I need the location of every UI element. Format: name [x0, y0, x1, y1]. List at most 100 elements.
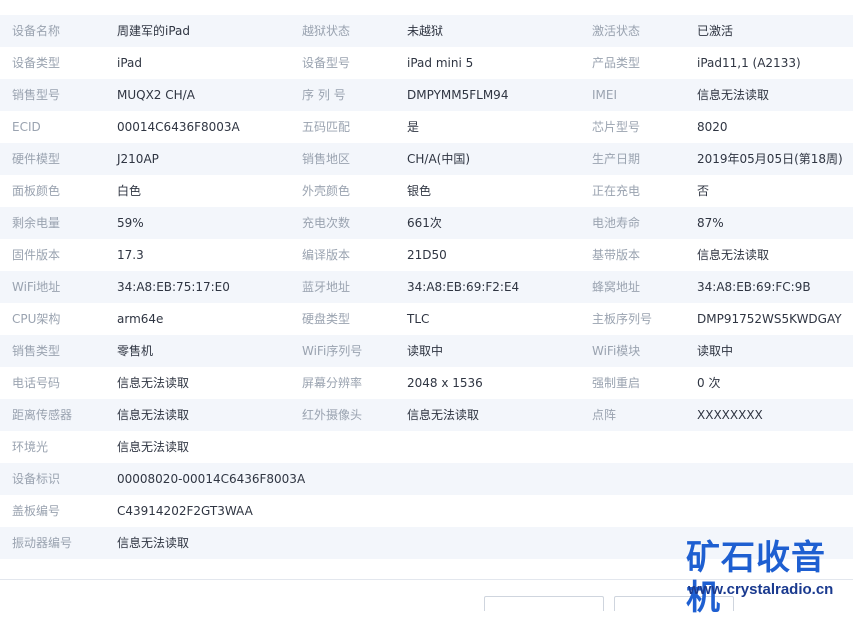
field-value: 已激活 [697, 24, 734, 38]
field-value: 否 [697, 184, 710, 198]
field-label: 蜂窝地址 [592, 280, 641, 294]
field-value: 信息无法读取 [407, 408, 480, 422]
field-value: arm64e [117, 312, 164, 326]
field-value: iPad mini 5 [407, 56, 474, 70]
field-value: 2048 x 1536 [407, 376, 483, 390]
top-strip [0, 0, 853, 15]
field-value: 是 [407, 120, 420, 134]
watermark-url: www.crystalradio.cn [688, 581, 834, 598]
field-value: iPad11,1 (A2133) [697, 56, 801, 70]
field-value: 读取中 [697, 344, 734, 358]
field-label: 振动器编号 [12, 536, 73, 550]
field-label: 序 列 号 [302, 88, 346, 102]
field-label: 固件版本 [12, 248, 61, 262]
field-value: XXXXXXXX [697, 408, 763, 422]
field-value: 银色 [407, 184, 432, 198]
field-label: 设备名称 [12, 24, 61, 38]
field-label: 屏幕分辨率 [302, 376, 363, 390]
table-row: 设备标识 00008020-00014C6436F8003A [0, 463, 853, 495]
field-value: DMPYMM5FLM94 [407, 88, 509, 102]
field-value: 00008020-00014C6436F8003A [117, 472, 306, 486]
field-label: 外壳颜色 [302, 184, 351, 198]
field-value: C43914202F2GT3WAA [117, 504, 253, 518]
field-label: 产品类型 [592, 56, 641, 70]
field-value: 21D50 [407, 248, 447, 262]
field-label: 芯片型号 [592, 120, 641, 134]
field-value: TLC [407, 312, 430, 326]
field-value: 34:A8:EB:69:F2:E4 [407, 280, 520, 294]
field-label: 销售型号 [12, 88, 61, 102]
field-label: 生产日期 [592, 152, 641, 166]
field-label: 销售类型 [12, 344, 61, 358]
field-value: 信息无法读取 [117, 376, 190, 390]
field-value: 信息无法读取 [117, 408, 190, 422]
table-row: 销售型号 MUQX2 CH/A 序 列 号 DMPYMM5FLM94 IMEI … [0, 79, 853, 111]
field-label: 充电次数 [302, 216, 351, 230]
field-value: 87% [697, 216, 724, 230]
field-value: 未越狱 [407, 24, 444, 38]
field-label: 越狱状态 [302, 24, 351, 38]
field-label: 设备类型 [12, 56, 61, 70]
footer-button[interactable] [484, 596, 604, 611]
table-row: WiFi地址 34:A8:EB:75:17:E0 蓝牙地址 34:A8:EB:6… [0, 271, 853, 303]
field-value: 信息无法读取 [117, 440, 190, 454]
table-row: 销售类型 零售机 WiFi序列号 读取中 WiFi模块 读取中 [0, 335, 853, 367]
field-label: 剩余电量 [12, 216, 61, 230]
field-value: 8020 [697, 120, 728, 134]
table-row: 电话号码 信息无法读取 屏幕分辨率 2048 x 1536 强制重启 0 次 [0, 367, 853, 399]
field-value: 0 次 [697, 376, 721, 390]
table-row: 距离传感器 信息无法读取 红外摄像头 信息无法读取 点阵 XXXXXXXX [0, 399, 853, 431]
field-label: 电池寿命 [592, 216, 641, 230]
field-value: 661次 [407, 216, 442, 230]
field-value: 34:A8:EB:69:FC:9B [697, 280, 811, 294]
field-label: WiFi地址 [12, 280, 61, 294]
field-value: CH/A(中国) [407, 152, 471, 166]
field-label: 红外摄像头 [302, 408, 363, 422]
field-label: 编译版本 [302, 248, 351, 262]
field-value: 信息无法读取 [697, 248, 770, 262]
field-value: 2019年05月05日(第18周) [697, 152, 843, 166]
field-value: 周建军的iPad [117, 24, 191, 38]
field-value: MUQX2 CH/A [117, 88, 195, 102]
field-label: 蓝牙地址 [302, 280, 351, 294]
field-value: 59% [117, 216, 144, 230]
table-row: ECID 00014C6436F8003A 五码匹配 是 芯片型号 8020 [0, 111, 853, 143]
field-value: DMP91752WS5KWDGAY [697, 312, 842, 326]
field-value: 白色 [117, 184, 142, 198]
table-row: 硬件模型 J210AP 销售地区 CH/A(中国) 生产日期 2019年05月0… [0, 143, 853, 175]
field-value: 零售机 [117, 344, 154, 358]
table-row: 固件版本 17.3 编译版本 21D50 基带版本 信息无法读取 [0, 239, 853, 271]
device-info-table: 设备名称 周建军的iPad 越狱状态 未越狱 激活状态 已激活 设备类型 iPa… [0, 15, 853, 559]
field-value: 17.3 [117, 248, 144, 262]
field-label: CPU架构 [12, 312, 61, 326]
field-label: WiFi模块 [592, 344, 641, 358]
field-label: ECID [12, 120, 41, 134]
field-value: 读取中 [407, 344, 444, 358]
table-row: 面板颜色 白色 外壳颜色 银色 正在充电 否 [0, 175, 853, 207]
field-label: 硬盘类型 [302, 312, 351, 326]
field-label: 点阵 [592, 408, 617, 422]
table-row: 环境光 信息无法读取 [0, 431, 853, 463]
field-value: 信息无法读取 [697, 88, 770, 102]
field-value: J210AP [117, 152, 159, 166]
field-label: 距离传感器 [12, 408, 73, 422]
field-value: iPad [117, 56, 143, 70]
table-row: 设备名称 周建军的iPad 越狱状态 未越狱 激活状态 已激活 [0, 15, 853, 47]
field-label: 硬件模型 [12, 152, 61, 166]
field-label: 设备型号 [302, 56, 351, 70]
field-label: 基带版本 [592, 248, 641, 262]
field-label: 电话号码 [12, 376, 61, 390]
field-label: 强制重启 [592, 376, 641, 390]
field-label: IMEI [592, 88, 618, 102]
table-row: 盖板编号 C43914202F2GT3WAA [0, 495, 853, 527]
field-label: 设备标识 [12, 472, 61, 486]
field-label: 五码匹配 [302, 120, 351, 134]
field-label: 销售地区 [302, 152, 351, 166]
field-label: 主板序列号 [592, 312, 653, 326]
field-value: 34:A8:EB:75:17:E0 [117, 280, 230, 294]
watermark-logo-text: 矿石收音机 [686, 538, 826, 618]
field-label: 环境光 [12, 440, 49, 454]
field-label: 正在充电 [592, 184, 641, 198]
table-row: 剩余电量 59% 充电次数 661次 电池寿命 87% [0, 207, 853, 239]
field-label: 激活状态 [592, 24, 641, 38]
